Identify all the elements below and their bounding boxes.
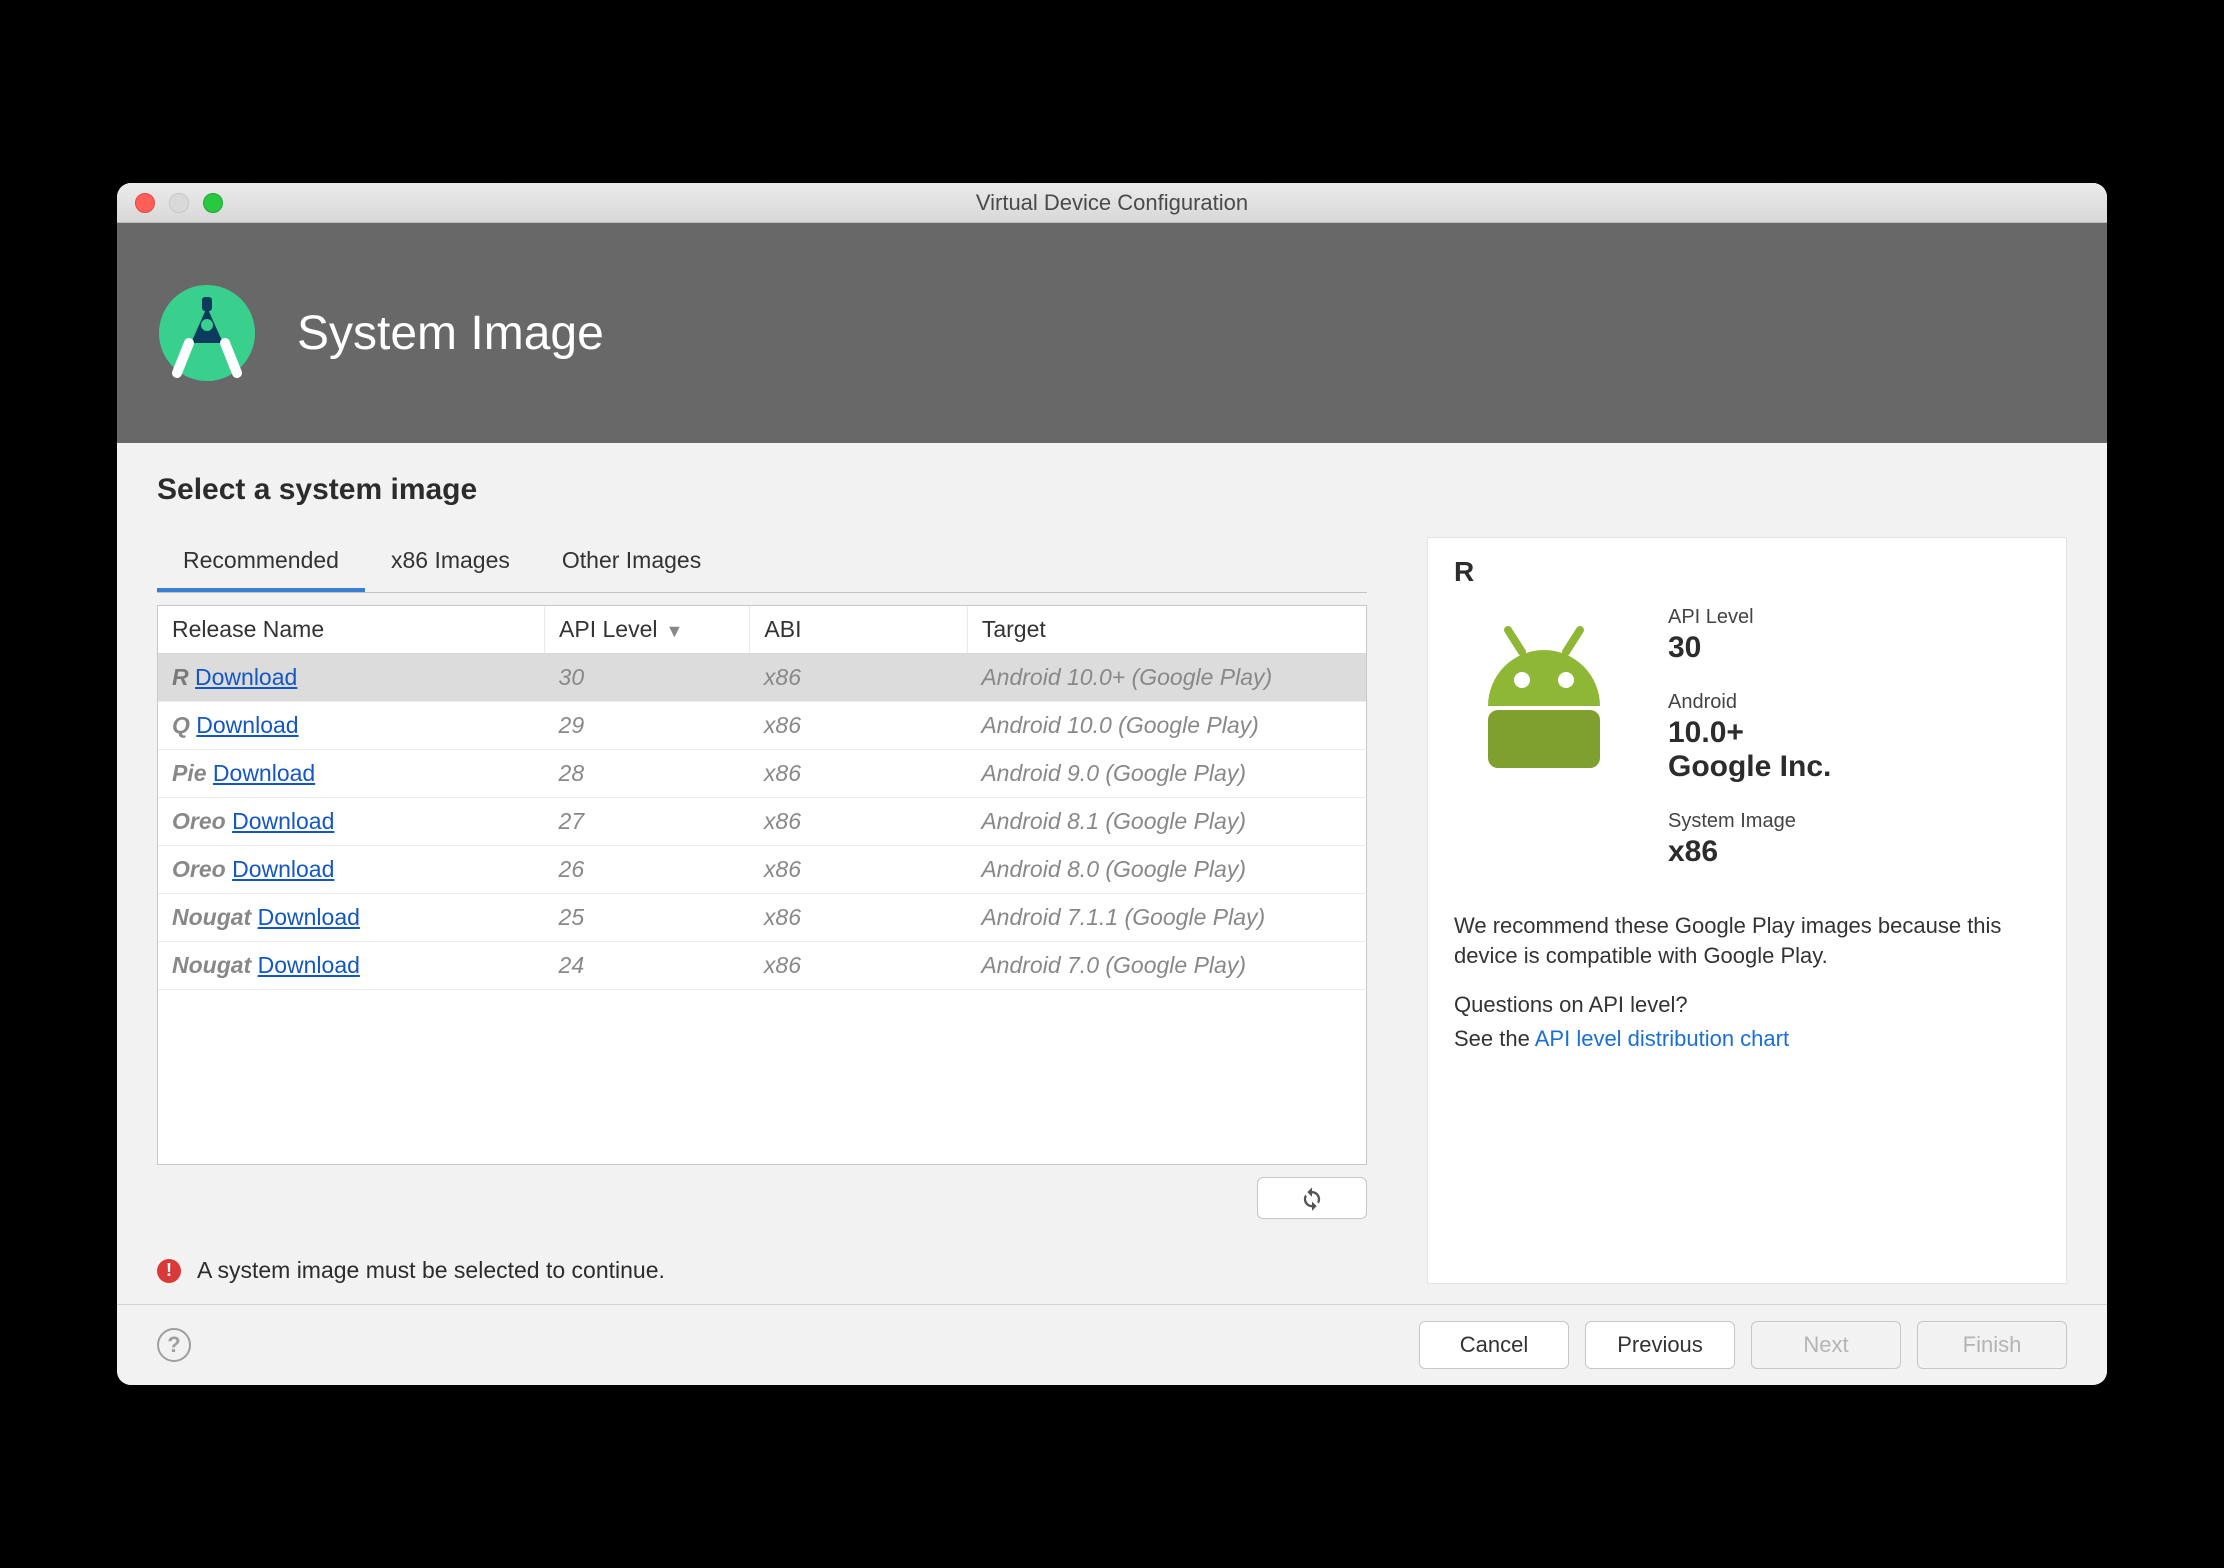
col-api-level[interactable]: API Level▼ — [545, 606, 750, 654]
api-distribution-link[interactable]: API level distribution chart — [1535, 1026, 1789, 1051]
window-controls — [117, 193, 223, 213]
download-link[interactable]: Download — [196, 712, 298, 738]
tabs: Recommended x86 Images Other Images — [157, 537, 1367, 593]
tab-x86-images[interactable]: x86 Images — [365, 537, 536, 592]
table-row[interactable]: Nougat Download 24x86Android 7.0 (Google … — [158, 942, 1366, 990]
release-name: R — [172, 664, 189, 690]
abi-cell: x86 — [750, 702, 967, 750]
api-level-cell: 29 — [545, 702, 750, 750]
tab-other-images[interactable]: Other Images — [536, 537, 727, 592]
abi-cell: x86 — [750, 894, 967, 942]
vendor-value: Google Inc. — [1668, 750, 2040, 784]
android-version-label: Android — [1668, 691, 2040, 714]
titlebar: Virtual Device Configuration — [117, 183, 2107, 223]
table-row[interactable]: Q Download 29x86Android 10.0 (Google Play… — [158, 702, 1366, 750]
target-cell: Android 9.0 (Google Play) — [967, 750, 1366, 798]
system-image-label: System Image — [1668, 810, 2040, 833]
details-panel: R — [1427, 537, 2067, 1284]
download-link[interactable]: Download — [232, 808, 334, 834]
api-level-cell: 27 — [545, 798, 750, 846]
close-window-button[interactable] — [135, 193, 155, 213]
table-row[interactable]: Nougat Download 25x86Android 7.1.1 (Googl… — [158, 894, 1366, 942]
system-image-table: Release Name API Level▼ ABI Target R Dow… — [157, 605, 1367, 1165]
window-title: Virtual Device Configuration — [117, 190, 2107, 216]
dialog-window: Virtual Device Configuration System Imag… — [117, 183, 2107, 1385]
download-link[interactable]: Download — [213, 760, 315, 786]
error-icon: ! — [157, 1259, 181, 1283]
page-title: System Image — [297, 306, 604, 361]
help-button[interactable]: ? — [157, 1328, 191, 1362]
table-row[interactable]: Oreo Download 26x86Android 8.0 (Google Pl… — [158, 846, 1366, 894]
download-link[interactable]: Download — [195, 664, 297, 690]
target-cell: Android 10.0+ (Google Play) — [967, 654, 1366, 702]
target-cell: Android 7.0 (Google Play) — [967, 942, 1366, 990]
abi-cell: x86 — [750, 942, 967, 990]
release-name: Nougat — [172, 952, 251, 978]
table-header-row: Release Name API Level▼ ABI Target — [158, 606, 1366, 654]
image-list-panel: Recommended x86 Images Other Images Rele… — [157, 537, 1367, 1284]
download-link[interactable]: Download — [258, 952, 360, 978]
maximize-window-button[interactable] — [203, 193, 223, 213]
validation-notice: ! A system image must be selected to con… — [157, 1257, 1367, 1284]
target-cell: Android 8.0 (Google Play) — [967, 846, 1366, 894]
release-name: Pie — [172, 760, 207, 786]
abi-cell: x86 — [750, 654, 967, 702]
target-cell: Android 10.0 (Google Play) — [967, 702, 1366, 750]
see-link-line: See the API level distribution chart — [1454, 1026, 2040, 1052]
section-subtitle: Select a system image — [157, 473, 2067, 507]
details-title: R — [1454, 556, 2040, 588]
release-name: Nougat — [172, 904, 251, 930]
col-target[interactable]: Target — [967, 606, 1366, 654]
content-area: Select a system image Recommended x86 Im… — [117, 443, 2107, 1304]
sort-descending-icon: ▼ — [666, 621, 684, 641]
finish-button: Finish — [1917, 1321, 2067, 1369]
previous-button[interactable]: Previous — [1585, 1321, 1735, 1369]
next-button: Next — [1751, 1321, 1901, 1369]
release-name: Oreo — [172, 808, 226, 834]
target-cell: Android 8.1 (Google Play) — [967, 798, 1366, 846]
refresh-icon — [1298, 1184, 1326, 1212]
target-cell: Android 7.1.1 (Google Play) — [967, 894, 1366, 942]
download-link[interactable]: Download — [232, 856, 334, 882]
cancel-button[interactable]: Cancel — [1419, 1321, 1569, 1369]
android-robot-icon — [1454, 606, 1634, 895]
api-level-cell: 25 — [545, 894, 750, 942]
android-version-value: 10.0+ — [1668, 716, 2040, 750]
api-level-label: API Level — [1668, 606, 2040, 629]
api-level-cell: 24 — [545, 942, 750, 990]
abi-cell: x86 — [750, 846, 967, 894]
android-studio-icon — [157, 283, 257, 383]
api-level-cell: 28 — [545, 750, 750, 798]
header-banner: System Image — [117, 223, 2107, 443]
minimize-window-button[interactable] — [169, 193, 189, 213]
api-level-cell: 30 — [545, 654, 750, 702]
release-name: Q — [172, 712, 190, 738]
table-row[interactable]: Pie Download 28x86Android 9.0 (Google Pla… — [158, 750, 1366, 798]
tab-recommended[interactable]: Recommended — [157, 537, 365, 592]
api-level-value: 30 — [1668, 631, 2040, 665]
col-release-name[interactable]: Release Name — [158, 606, 545, 654]
col-abi[interactable]: ABI — [750, 606, 967, 654]
api-level-cell: 26 — [545, 846, 750, 894]
table-row[interactable]: Oreo Download 27x86Android 8.1 (Google Pl… — [158, 798, 1366, 846]
recommendation-text: We recommend these Google Play images be… — [1454, 911, 2040, 970]
refresh-button[interactable] — [1257, 1177, 1367, 1219]
question-text: Questions on API level? — [1454, 992, 2040, 1018]
table-row[interactable]: R Download 30x86Android 10.0+ (Google Pla… — [158, 654, 1366, 702]
abi-cell: x86 — [750, 750, 967, 798]
footer: ? Cancel Previous Next Finish — [117, 1304, 2107, 1385]
release-name: Oreo — [172, 856, 226, 882]
notice-text: A system image must be selected to conti… — [197, 1257, 665, 1284]
abi-cell: x86 — [750, 798, 967, 846]
system-image-value: x86 — [1668, 835, 2040, 869]
download-link[interactable]: Download — [258, 904, 360, 930]
